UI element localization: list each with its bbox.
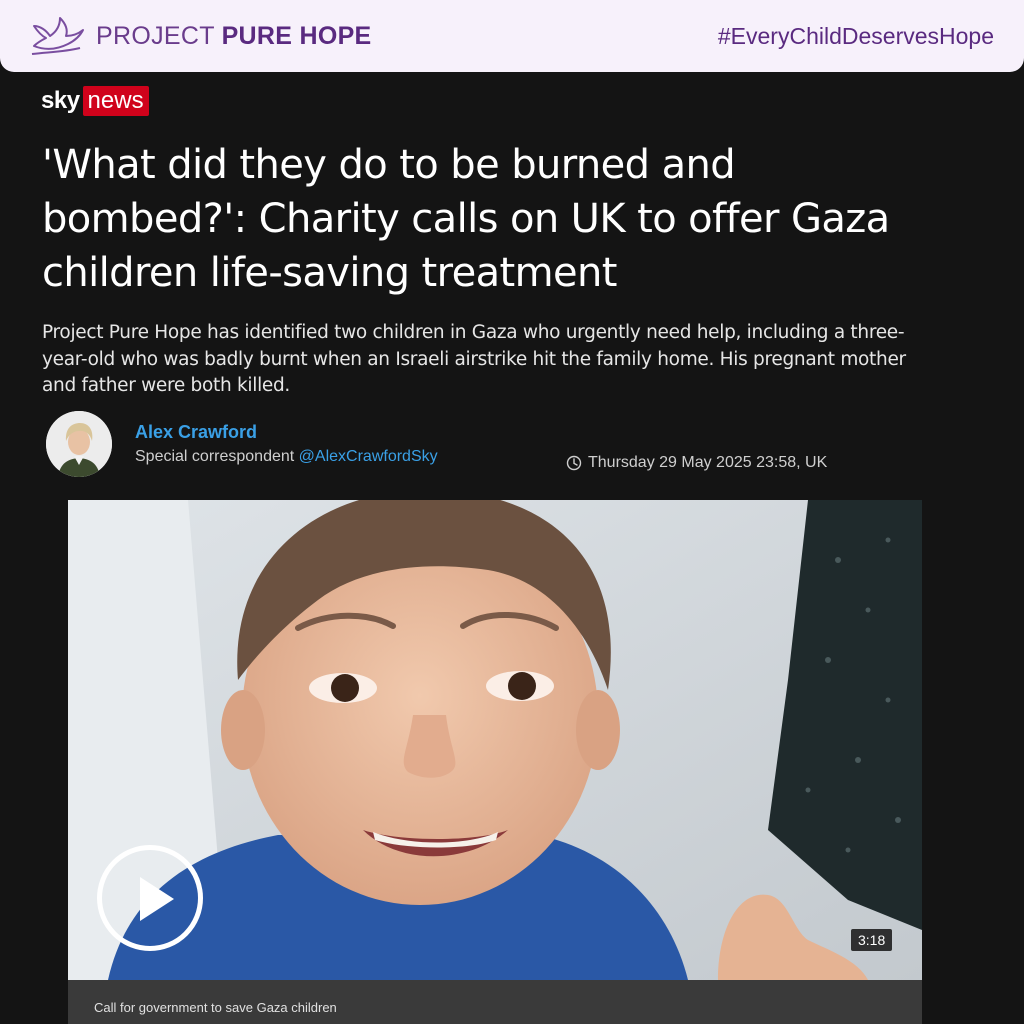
author-avatar[interactable] [46,411,112,477]
author-name[interactable]: Alex Crawford [135,422,257,443]
brand-name: PROJECT PURE HOPE [96,21,372,50]
author-title: Special correspondent [135,448,295,465]
play-button[interactable] [97,845,203,951]
dove-icon [31,17,84,55]
play-icon [140,877,174,921]
timestamp-text: Thursday 29 May 2025 23:58, UK [588,454,828,471]
sky-wordmark: sky [41,87,80,114]
video-caption: Call for government to save Gaza childre… [94,1000,337,1015]
brand[interactable]: PROJECT PURE HOPE [30,16,372,56]
news-wordmark: news [82,86,149,116]
publish-timestamp: Thursday 29 May 2025 23:58, UK [566,454,827,472]
author-role: Special correspondent @AlexCrawfordSky [135,448,438,466]
article-headline: 'What did they do to be burned and bombe… [42,142,890,296]
article-standfirst: Project Pure Hope has identified two chi… [42,322,906,396]
campaign-hashtag[interactable]: #EveryChildDeservesHope [718,23,994,50]
clock-icon [566,455,582,471]
top-banner: PROJECT PURE HOPE #EveryChildDeservesHop… [0,0,1024,72]
author-twitter-handle[interactable]: @AlexCrawfordSky [299,448,438,465]
author-photo [46,411,112,477]
sky-news-logo[interactable]: sky news [41,86,149,116]
video-duration: 3:18 [851,929,893,951]
